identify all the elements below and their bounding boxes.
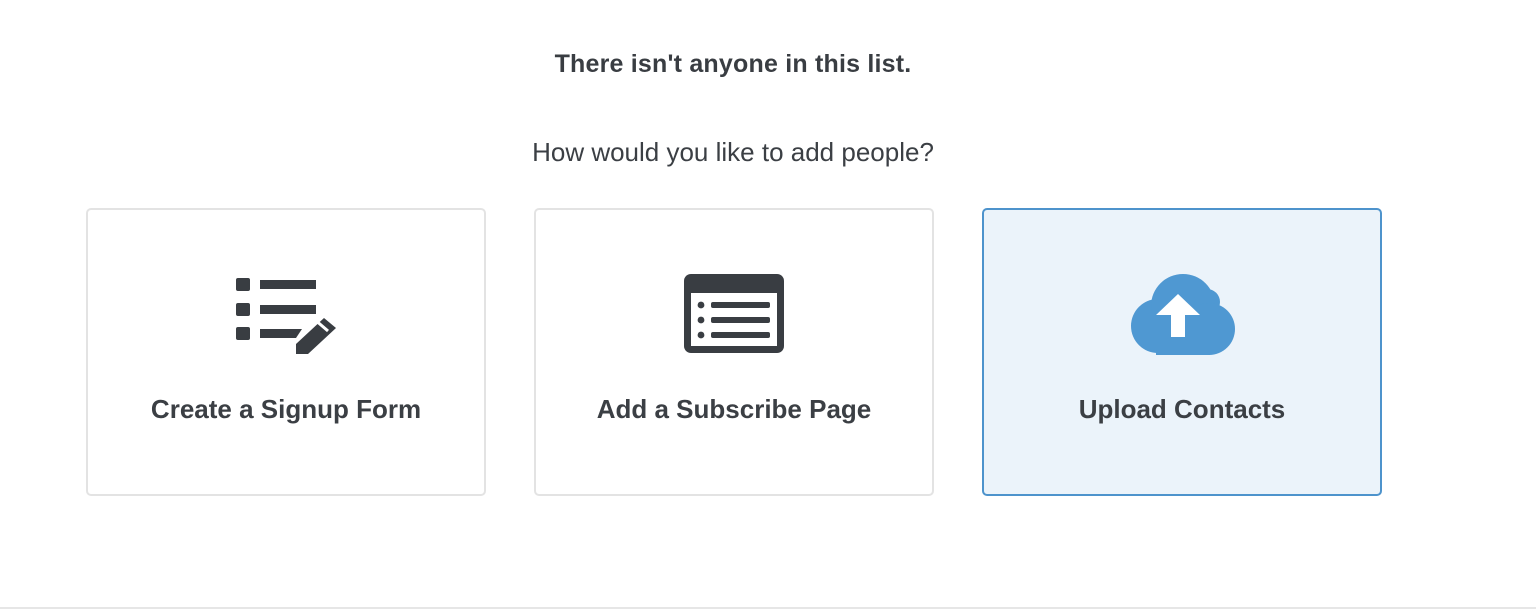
add-people-page: There isn't anyone in this list. How wou… [0, 0, 1536, 610]
empty-list-title: There isn't anyone in this list. [554, 50, 912, 78]
add-method-options: Create a Signup Form Add a Subscribe Pag… [86, 208, 1382, 496]
option-label: Upload Contacts [1078, 394, 1286, 424]
signup-form-icon [236, 278, 336, 354]
add-people-prompt: How would you like to add people? [532, 137, 934, 167]
upload-contacts-card[interactable]: Upload Contacts [982, 208, 1382, 496]
bottom-divider [0, 607, 1536, 609]
create-signup-form-card[interactable]: Create a Signup Form [86, 208, 486, 496]
cloud-upload-icon [1131, 274, 1235, 355]
add-subscribe-page-card[interactable]: Add a Subscribe Page [534, 208, 934, 496]
option-label: Add a Subscribe Page [596, 394, 872, 424]
subscribe-page-icon [684, 274, 784, 353]
option-label: Create a Signup Form [150, 394, 422, 424]
